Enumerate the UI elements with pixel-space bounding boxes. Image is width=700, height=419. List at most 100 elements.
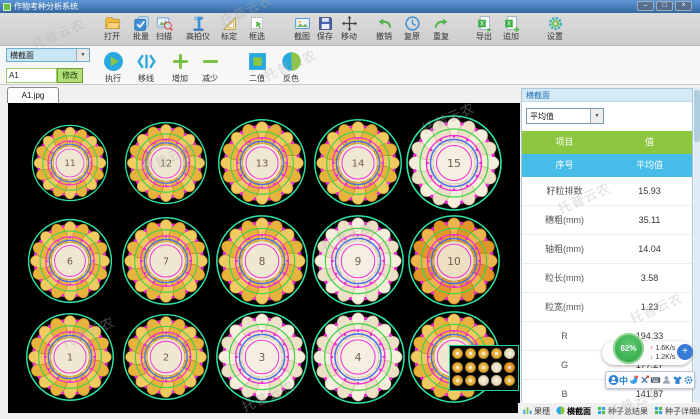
table-row[interactable]: 轴粗(mm)14.04 — [522, 235, 692, 264]
toolbar-button-undo[interactable]: 撤销 — [369, 15, 399, 45]
corn-slice-15[interactable]: 15 — [404, 113, 504, 218]
toolbar-button-move[interactable]: 移动 — [334, 15, 364, 45]
toolbar-button-scan[interactable]: 扫描 — [149, 15, 179, 45]
corn-slice-9[interactable]: 9 — [310, 213, 406, 314]
subheader-index: 序号 — [522, 154, 607, 177]
svg-text:11: 11 — [64, 159, 75, 169]
value-cell: 1.23 — [607, 293, 692, 321]
close-button[interactable]: × — [675, 1, 692, 11]
swirl-icon[interactable] — [628, 374, 639, 387]
corn-slice-3[interactable]: 3 — [214, 309, 310, 410]
svg-text:13: 13 — [256, 159, 269, 170]
table-row[interactable]: 粒宽(mm)1.23 — [522, 293, 692, 322]
value-cell: 15.93 — [607, 177, 692, 205]
person-icon[interactable] — [661, 374, 672, 387]
corn-slice-4[interactable]: 4 — [309, 308, 407, 411]
modify-button[interactable]: 修改 — [57, 68, 83, 83]
corn-slice-13[interactable]: 13 — [216, 117, 308, 214]
scrollbar-thumb[interactable] — [694, 90, 700, 142]
chevron-down-icon[interactable]: ▼ — [76, 49, 89, 61]
toolbar-button-label: 打开 — [104, 32, 120, 42]
statusbar-tab-cross-section[interactable]: 横截面 — [556, 406, 591, 417]
statusbar-tab-seed-summary[interactable]: 种子总结果 — [597, 406, 648, 417]
tool-button-invert[interactable]: 反色 — [274, 51, 308, 84]
overview-mini-slice — [452, 362, 463, 373]
svg-text:6: 6 — [67, 257, 73, 268]
chinese-mode-icon[interactable]: 中 — [619, 374, 628, 387]
stat-select[interactable]: 平均值 ▼ — [526, 108, 604, 124]
corn-slice-11[interactable]: 11 — [30, 123, 110, 208]
table-subheader-row: 序号 平均值 — [522, 154, 692, 177]
section-select[interactable]: 横截面 ▼ — [6, 48, 90, 62]
toolbar-button-frame-select[interactable]: 框选 — [242, 15, 272, 45]
corn-slice-1[interactable]: 1 — [24, 311, 116, 408]
overview-thumbnail-panel[interactable] — [449, 345, 519, 391]
corn-slice-2[interactable]: 2 — [121, 312, 211, 407]
restore-icon — [404, 15, 421, 32]
results-table: 项目 值 序号 平均值 籽粒排数15.93穗粗(mm)35.11轴粗(mm)14… — [522, 131, 692, 409]
corn-slice-6[interactable]: 6 — [26, 217, 114, 310]
panel-scrollbar[interactable] — [694, 88, 700, 402]
statusbar-tab-label: 横截面 — [567, 406, 591, 417]
statusbar-tab-seed-detail[interactable]: 种子详细结果 — [654, 406, 700, 417]
overview-mini-slice — [491, 375, 502, 386]
account-icon[interactable] — [608, 374, 619, 387]
toolbar-button-open-folder[interactable]: 打开 — [97, 15, 127, 45]
progress-badge[interactable]: 62% — [613, 333, 644, 364]
toolbar-button-settings-gear[interactable]: 设置 — [540, 15, 570, 45]
table-row[interactable]: 穗粗(mm)35.11 — [522, 206, 692, 235]
tab-a1-jpg[interactable]: A1.jpg — [7, 87, 59, 103]
toolbar-button-label: 重复 — [433, 32, 449, 42]
toolbar-button-restore[interactable]: 复原 — [397, 15, 427, 45]
svg-text:9: 9 — [355, 256, 362, 268]
upload-speed: 1.6K/s — [655, 345, 675, 352]
toolbar-button-redo[interactable]: 重复 — [426, 15, 456, 45]
chevron-down-icon[interactable]: ▼ — [590, 109, 603, 123]
frame-select-icon — [249, 15, 266, 32]
corn-slice-7[interactable]: 7 — [120, 215, 212, 312]
toolbar-button-append[interactable]: X 追加 — [496, 15, 526, 45]
cut-icon[interactable] — [639, 374, 650, 387]
accelerator-ball-icon[interactable]: + — [677, 344, 693, 360]
tool-button-binary[interactable]: 二值 — [240, 51, 274, 84]
toolbar-button-doc-camera[interactable]: 高拍仪 — [180, 15, 216, 45]
toolbar-button-export[interactable]: X导出 — [469, 15, 499, 45]
keyboard-icon[interactable] — [650, 374, 661, 387]
corn-slice-14[interactable]: 14 — [312, 117, 404, 214]
item-cell: 籽粒排数 — [522, 177, 607, 205]
toolbar-button-calibration[interactable]: 标定 — [214, 15, 244, 45]
status-bar: 果穗 横截面种子总结果种子详细结果 — [518, 403, 700, 419]
svg-text:7: 7 — [163, 257, 169, 268]
item-cell: R — [522, 322, 607, 350]
table-row[interactable]: 籽粒排数15.93 — [522, 177, 692, 206]
tool-button-move-line[interactable]: 移线 — [129, 51, 163, 84]
corn-slice-12[interactable]: 12 — [123, 120, 209, 211]
item-cell: 轴粗(mm) — [522, 235, 607, 263]
column-header-item: 项目 — [522, 131, 607, 154]
statusbar-tab-ear-chart[interactable]: 果穗 — [523, 406, 550, 417]
secondary-toolbar: 横截面 ▼ 修改 执行移线增加减少二值反色 — [0, 46, 700, 85]
gear-icon[interactable] — [683, 374, 694, 387]
panel-title: 横截面 — [522, 89, 692, 102]
corn-slice-10[interactable]: 10 — [406, 213, 502, 314]
toolbar-button-label: 撤销 — [376, 32, 392, 42]
svg-text:10: 10 — [447, 256, 461, 268]
corn-slice-8[interactable]: 8 — [214, 213, 310, 314]
overview-mini-slice — [478, 362, 489, 373]
sample-id-input[interactable] — [6, 68, 57, 83]
move-line-icon — [136, 51, 157, 72]
image-viewer-canvas[interactable]: 5 4 3 2 1 10 — [8, 103, 520, 413]
maximize-button[interactable]: □ — [656, 1, 673, 11]
toolbar-button-label: 扫描 — [156, 32, 172, 42]
tool-button-execute[interactable]: 执行 — [96, 51, 130, 84]
ime-toolbar: 中 — [605, 371, 695, 389]
table-row[interactable]: 粒长(mm)3.58 — [522, 264, 692, 293]
speed-monitor-widget[interactable]: 62% ↑ 1.6K/s ↓ 1.2K/s + — [602, 341, 692, 365]
svg-text:X: X — [506, 21, 510, 28]
shirt-icon[interactable] — [672, 374, 683, 387]
tool-button-decrease[interactable]: 减少 — [193, 51, 227, 84]
minimize-button[interactable]: – — [637, 1, 654, 11]
tool-button-increase[interactable]: 增加 — [163, 51, 197, 84]
svg-text:2: 2 — [163, 353, 169, 364]
toolbar-button-label: 追加 — [503, 32, 519, 42]
